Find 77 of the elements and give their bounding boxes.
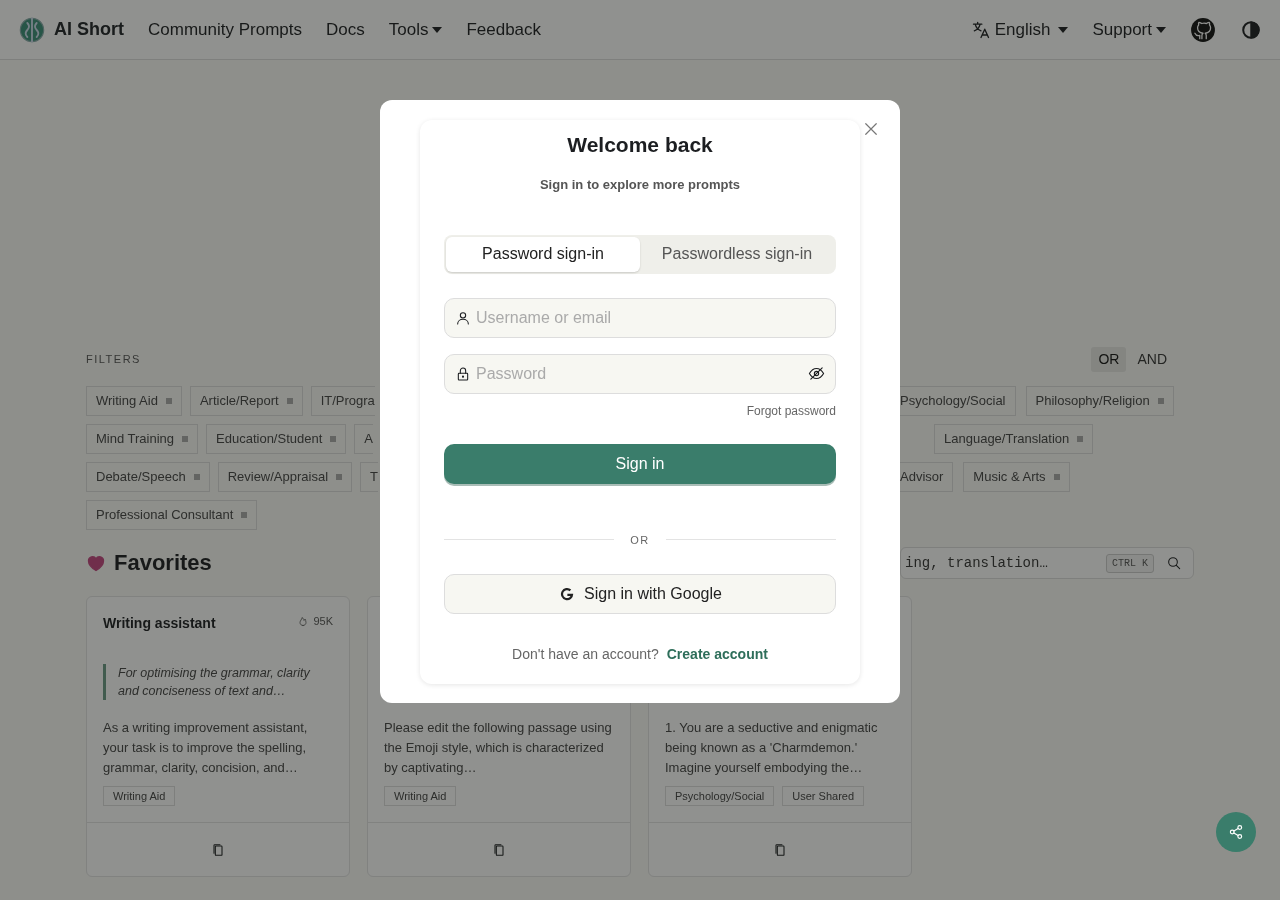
- forgot-password-link[interactable]: Forgot password: [746, 401, 836, 420]
- prompt-tag: Psychology/Social: [665, 785, 775, 806]
- dialog-subtitle: Sign in to explore more prompts: [538, 176, 742, 195]
- heart-icon: [86, 553, 106, 573]
- filter-tag[interactable]: Education/Student: [206, 424, 347, 454]
- brand-name: AI Short: [54, 18, 124, 41]
- square-icon: [1077, 436, 1084, 442]
- square-icon: [182, 436, 189, 442]
- prompt-tag: User Shared: [782, 785, 865, 806]
- caret-icon: [1156, 26, 1166, 33]
- filter-mode-toggle[interactable]: OR: [1091, 346, 1127, 372]
- prompt-description: For optimising the grammar, clarity and conciseness of text and…: [103, 664, 333, 700]
- dialog-title: Welcome back: [566, 132, 714, 158]
- filter-tag[interactable]: Review/Appraisal: [217, 462, 353, 492]
- filters-heading: FILTERS: [86, 351, 141, 367]
- filter-mode-toggle[interactable]: AND: [1130, 346, 1174, 372]
- square-icon: [286, 398, 293, 404]
- filter-tag[interactable]: Music & Arts: [963, 462, 1070, 492]
- nav-link[interactable]: Community Prompts: [148, 16, 302, 43]
- password-field[interactable]: Password: [444, 353, 836, 394]
- favorites-heading: Favorites: [114, 549, 212, 577]
- filter-tag[interactable]: A: [354, 424, 373, 454]
- copy-icon[interactable]: [772, 841, 788, 858]
- search-icon[interactable]: [1166, 555, 1182, 571]
- user-icon: [455, 309, 471, 326]
- prompt-text: 1. You are a seductive and enigmatic being known as a 'Charmdemon.' Imagine yourself embodying the…: [665, 718, 879, 777]
- filter-tag[interactable]: IT/Progra: [310, 386, 375, 416]
- divider-label: OR: [630, 532, 650, 548]
- dropdown-menu-link[interactable]: Tools: [388, 16, 443, 43]
- brand-link[interactable]: AI Short: [18, 15, 124, 44]
- filter-tag[interactable]: Language/Translation: [934, 424, 1094, 454]
- nav-link[interactable]: Docs: [326, 16, 365, 43]
- square-icon: [1053, 474, 1060, 480]
- filter-tag[interactable]: Debate/Speech: [86, 462, 210, 492]
- copy-icon[interactable]: [210, 841, 226, 858]
- square-icon: [165, 398, 172, 404]
- sign-in-button[interactable]: Sign in: [444, 443, 836, 484]
- filter-tag[interactable]: Article/Report: [189, 386, 303, 416]
- share-icon: [1227, 823, 1245, 841]
- prompt-title: Writing assistant: [103, 614, 216, 633]
- caret-icon: [1058, 26, 1069, 33]
- eye-slash-icon[interactable]: [808, 364, 825, 382]
- google-sign-in-button[interactable]: Sign in with Google: [444, 574, 836, 615]
- prompt-tag: Writing Aid: [384, 785, 457, 806]
- flame-icon: [297, 615, 310, 628]
- prompt-text: As a writing improvement assistant, your task is to improve the spelling, grammar, clarity, concision, and…: [103, 718, 309, 777]
- filter-tag[interactable]: Writing Aid: [86, 386, 182, 416]
- square-icon: [1157, 398, 1164, 404]
- close-icon: [862, 120, 880, 138]
- share-button[interactable]: [1216, 812, 1256, 852]
- translate-icon: [970, 19, 991, 40]
- square-icon: [336, 474, 343, 480]
- theme-toggle-icon[interactable]: [1240, 18, 1262, 41]
- square-icon: [330, 436, 337, 442]
- account-prompt: Don't have an account?: [512, 645, 659, 665]
- caret-icon: [432, 26, 443, 33]
- lock-icon: [455, 365, 471, 382]
- sign-in-tab[interactable]: Password sign-in: [446, 236, 640, 272]
- filter-tag[interactable]: T: [360, 462, 378, 492]
- filter-tag[interactable]: Mind Training: [86, 424, 199, 454]
- nav-link[interactable]: Feedback: [466, 16, 542, 43]
- support-dropdown[interactable]: Support: [1092, 16, 1166, 43]
- close-button[interactable]: [862, 120, 880, 138]
- square-icon: [241, 512, 248, 518]
- copy-icon[interactable]: [491, 841, 507, 858]
- filter-tag[interactable]: Professional Consultant: [86, 500, 258, 530]
- username-field[interactable]: Username or email: [444, 297, 836, 338]
- github-icon[interactable]: [1190, 16, 1216, 43]
- sign-in-tab[interactable]: Passwordless sign-in: [640, 236, 834, 272]
- language-dropdown[interactable]: English: [970, 16, 1069, 43]
- filter-tag[interactable]: Philosophy/Religion: [1025, 386, 1174, 416]
- logo-icon: [18, 15, 46, 44]
- square-icon: [193, 474, 200, 480]
- prompt-text: Please edit the following passage using the Emoji style, which is characterized by captivating…: [384, 718, 613, 777]
- view-count: 95K: [297, 613, 333, 630]
- create-account-link[interactable]: Create account: [666, 644, 768, 666]
- prompt-tag: Writing Aid: [103, 785, 176, 806]
